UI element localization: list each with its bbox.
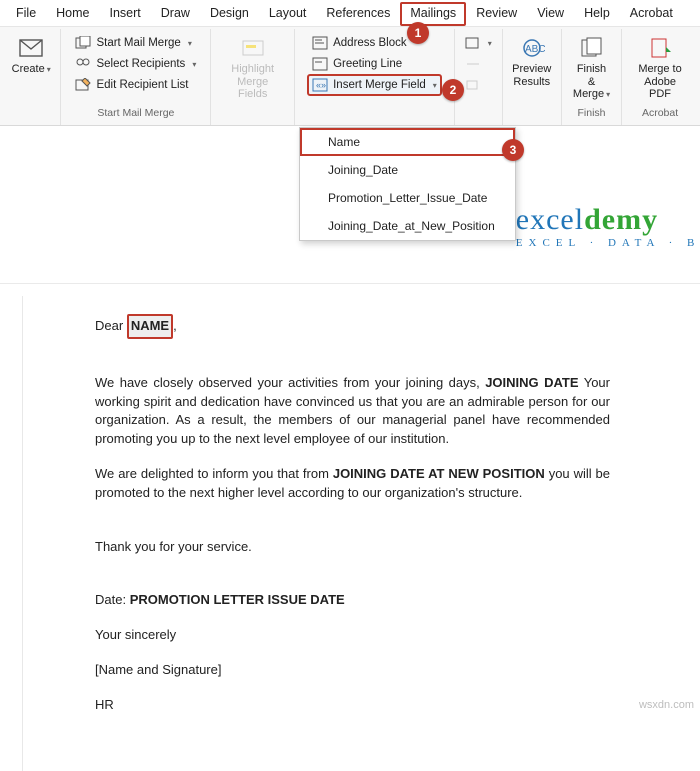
pdf-icon — [647, 35, 673, 61]
merge-field-name[interactable]: NAME — [127, 314, 173, 339]
preview-results-button[interactable]: ABC Preview Results — [508, 33, 555, 90]
highlight-merge-fields-button: Highlight Merge Fields — [217, 33, 288, 103]
match-icon — [465, 56, 481, 72]
svg-text:ABC: ABC — [525, 44, 545, 55]
highlight-icon — [240, 35, 266, 61]
menu-design[interactable]: Design — [200, 2, 259, 26]
hr-line: HR — [95, 696, 610, 715]
callout-2: 2 — [442, 79, 464, 101]
chevron-down-icon: ▾ — [47, 65, 51, 74]
finish-merge-button[interactable]: Finish & Merge▾ — [568, 33, 615, 103]
preview-icon: ABC — [519, 35, 545, 61]
menu-draw[interactable]: Draw — [151, 2, 200, 26]
recipients-icon — [75, 56, 91, 72]
group-label-start: Start Mail Merge — [67, 105, 204, 122]
envelope-icon — [18, 35, 44, 61]
group-write-insert: Highlight Merge Fields — [211, 29, 295, 125]
thanks-line: Thank you for your service. — [95, 538, 610, 557]
watermark: wsxdn.com — [639, 699, 694, 711]
menu-insert[interactable]: Insert — [100, 2, 151, 26]
salutation: Dear NAME, — [95, 314, 610, 339]
group-finish: Finish & Merge▾ Finish — [562, 29, 622, 125]
menu-view[interactable]: View — [527, 2, 574, 26]
group-preview: ABC Preview Results — [503, 29, 562, 125]
menu-bar: File Home Insert Draw Design Layout Refe… — [0, 0, 700, 26]
merge-field-option-issue-date[interactable]: Promotion_Letter_Issue_Date — [300, 184, 515, 212]
merge-field-new-position: JOINING DATE AT NEW POSITION — [333, 466, 545, 481]
merge-field-joining-date: JOINING DATE — [485, 375, 578, 390]
update-labels-button — [461, 75, 496, 95]
address-block-icon — [312, 35, 328, 51]
edit-list-icon — [75, 77, 91, 93]
sincerely-line: Your sincerely — [95, 626, 610, 645]
finish-icon — [579, 35, 605, 61]
menu-layout[interactable]: Layout — [259, 2, 317, 26]
merge-field-dropdown: Name Joining_Date Promotion_Letter_Issue… — [299, 127, 516, 241]
callout-3: 3 — [502, 139, 524, 161]
group-acrobat: Merge to Adobe PDF Acrobat — [622, 29, 698, 125]
greeting-icon — [312, 56, 328, 72]
merge-field-icon: «» — [312, 77, 328, 93]
menu-acrobat[interactable]: Acrobat — [620, 2, 683, 26]
callout-1: 1 — [407, 22, 429, 44]
ribbon: Create▾ Start Mail Merge▾ Select Recipie… — [0, 26, 700, 126]
insert-merge-field-button[interactable]: «» Insert Merge Field▾ — [308, 75, 441, 95]
paragraph-1: We have closely observed your activities… — [95, 374, 610, 449]
group-rules: ▾ — [455, 29, 503, 125]
menu-file[interactable]: File — [6, 2, 46, 26]
merge-field-option-new-position[interactable]: Joining_Date_at_New_Position — [300, 212, 515, 240]
menu-home[interactable]: Home — [46, 2, 99, 26]
mail-merge-icon — [75, 35, 91, 51]
menu-mailings[interactable]: Mailings — [400, 2, 466, 26]
menu-help[interactable]: Help — [574, 2, 620, 26]
menu-review[interactable]: Review — [466, 2, 527, 26]
paragraph-2: We are delighted to inform you that from… — [95, 465, 610, 503]
merge-field-issue-date: PROMOTION LETTER ISSUE DATE — [130, 592, 345, 607]
edit-recipient-list-button[interactable]: Edit Recipient List — [71, 75, 200, 95]
ruler — [0, 266, 700, 284]
brand-logo: exceldemy EXCEL · DATA · BI — [516, 203, 700, 249]
merge-field-option-joining-date[interactable]: Joining_Date — [300, 156, 515, 184]
menu-references[interactable]: References — [316, 2, 400, 26]
start-mail-merge-button[interactable]: Start Mail Merge▾ — [71, 33, 200, 53]
rules-button[interactable]: ▾ — [461, 33, 496, 53]
svg-text:«»: «» — [316, 80, 326, 90]
document-page: Dear NAME, We have closely observed your… — [22, 296, 682, 771]
group-start-mail-merge: Start Mail Merge▾ Select Recipients▾ Edi… — [61, 29, 211, 125]
match-fields-button — [461, 54, 496, 74]
create-button[interactable]: Create▾ — [8, 33, 55, 78]
group-insert-fields: Address Block Greeting Line «» Insert Me… — [295, 29, 455, 125]
select-recipients-button[interactable]: Select Recipients▾ — [71, 54, 200, 74]
merge-field-option-name[interactable]: Name — [300, 128, 515, 156]
rules-icon — [465, 35, 481, 51]
labels-icon — [465, 77, 481, 93]
group-label-create — [8, 105, 54, 122]
greeting-line-button[interactable]: Greeting Line — [308, 54, 441, 74]
date-line: Date: PROMOTION LETTER ISSUE DATE — [95, 591, 610, 610]
signature-line: [Name and Signature] — [95, 661, 610, 680]
merge-to-pdf-button[interactable]: Merge to Adobe PDF — [628, 33, 692, 103]
group-create: Create▾ — [2, 29, 61, 125]
